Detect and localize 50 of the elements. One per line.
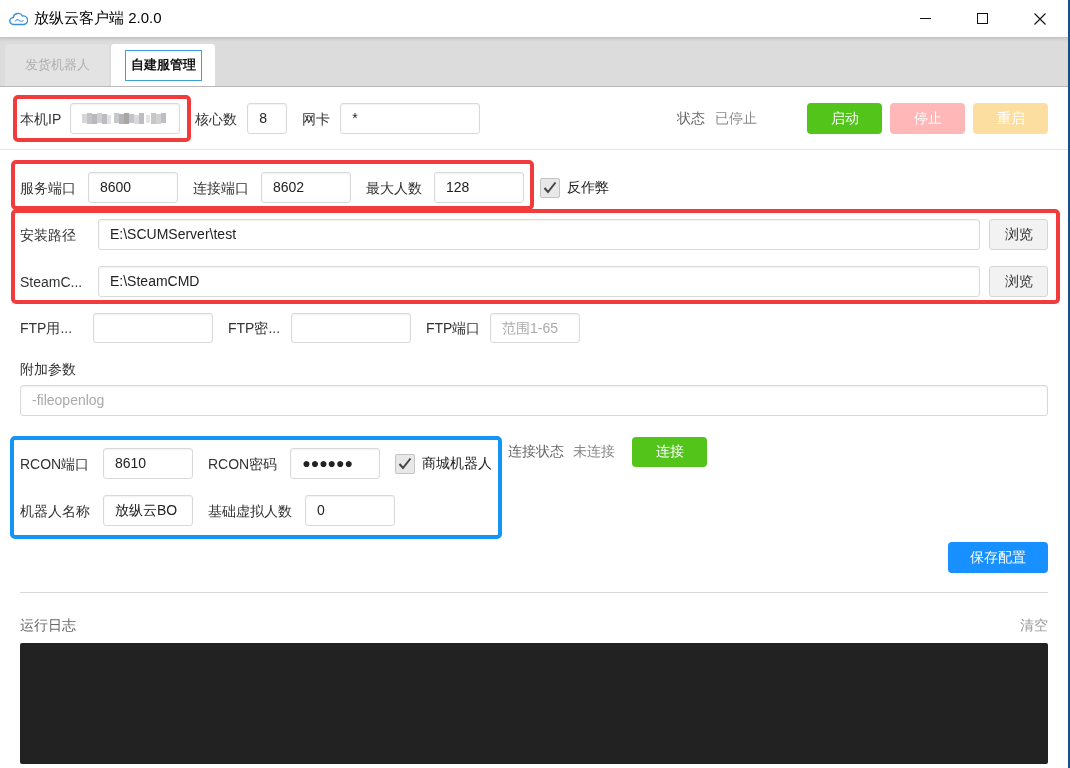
input-field[interactable]: ●●●●●● [290, 448, 381, 479]
input-field[interactable]: 8600 [88, 172, 178, 203]
field-label: 服务端口 [20, 178, 76, 198]
close-icon [1033, 12, 1046, 25]
cloud-icon [9, 11, 28, 26]
field-label: SteamC... [20, 272, 84, 292]
checkbox-label: 反作弊 [567, 178, 609, 197]
status-label: 状态 [677, 109, 705, 128]
field-label: 核心数 [195, 109, 238, 129]
input-field[interactable]: 0 [305, 495, 395, 526]
input-field[interactable]: 128 [434, 172, 524, 203]
field-label: 本机IP [20, 109, 62, 129]
log-title: 运行日志 [20, 616, 76, 635]
field-label: 最大人数 [366, 178, 422, 198]
maximize-icon [977, 13, 988, 24]
input-field[interactable] [291, 313, 411, 343]
checkbox[interactable] [395, 453, 416, 474]
field-label: FTP用... [20, 319, 74, 338]
input-field[interactable] [93, 313, 213, 343]
field-label: 连接端口 [193, 178, 249, 198]
checkmark-icon [543, 181, 557, 194]
field-label: 机器人名称 [20, 501, 90, 521]
input-field[interactable]: 8610 [103, 448, 193, 479]
field-label: 附加参数 [20, 360, 76, 379]
field-label: 网卡 [302, 109, 331, 129]
input-field[interactable]: 8 [247, 103, 288, 134]
field-label: 安装路径 [20, 225, 77, 245]
tab[interactable]: 自建服管理 [111, 44, 215, 86]
checkbox-label: 商城机器人 [422, 454, 493, 473]
input-field[interactable] [70, 103, 181, 134]
field-label: FTP密... [228, 319, 281, 338]
connection-status-label: 连接状态 [508, 442, 565, 461]
minimize-icon [920, 18, 931, 19]
checkbox[interactable] [540, 177, 560, 198]
browse-button[interactable]: 浏览 [989, 266, 1048, 297]
input-field[interactable]: E:\SCUMServer\test [98, 219, 980, 250]
input-field[interactable]: E:\SteamCMD [98, 266, 980, 297]
field-label: FTP端口 [426, 319, 480, 338]
pixelated-text-icon [82, 113, 167, 124]
input-field[interactable]: 8602 [261, 172, 351, 203]
connection-status-value: 未连接 [573, 442, 616, 461]
input-field[interactable]: * [340, 103, 481, 134]
browse-button[interactable]: 浏览 [989, 219, 1048, 250]
window-title: 放纵云客户端 2.0.0 [34, 8, 162, 29]
status-value: 已停止 [715, 109, 757, 128]
field-label: RCON密码 [208, 454, 278, 474]
field-label: RCON端口 [20, 454, 90, 474]
input-field[interactable]: 放纵云BO [103, 495, 193, 526]
field-label: 基础虚拟人数 [208, 501, 292, 521]
checkmark-icon [398, 457, 413, 470]
